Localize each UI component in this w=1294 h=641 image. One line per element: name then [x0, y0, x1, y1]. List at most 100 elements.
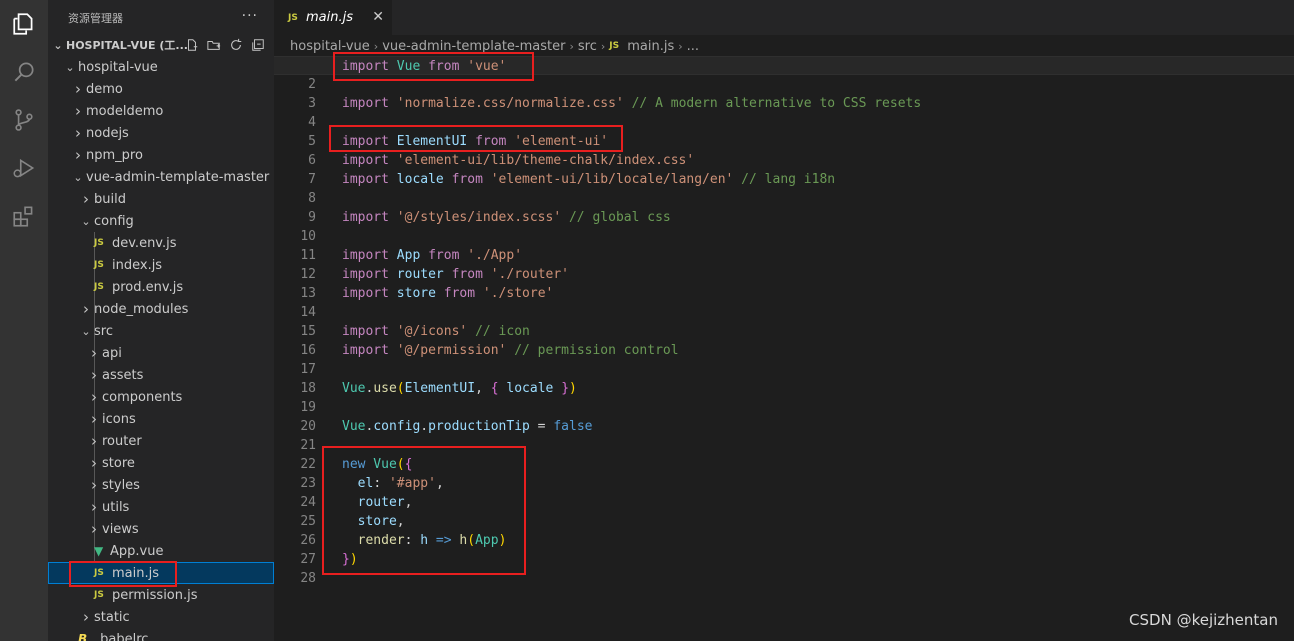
highlight-box-new-vue	[322, 446, 526, 575]
close-icon[interactable]: ✕	[372, 9, 384, 25]
tree-item[interactable]: JS permission.js	[48, 584, 274, 606]
tree-item-label: api	[102, 345, 122, 361]
tree-item[interactable]: ⌄ config	[48, 210, 274, 232]
tree-item[interactable]: JS index.js	[48, 254, 274, 276]
tree-item-label: assets	[102, 367, 144, 383]
source-control-icon[interactable]	[0, 96, 48, 144]
chevron-right-icon: ›	[678, 39, 683, 53]
tree-item-label: node_modules	[94, 301, 189, 317]
tree-item[interactable]: › node_modules	[48, 298, 274, 320]
explorer-header: 资源管理器 ···	[48, 0, 274, 35]
refresh-icon[interactable]	[228, 38, 244, 52]
tree-item[interactable]: ▼ App.vue	[48, 540, 274, 562]
code-line[interactable]: import App from './App'	[274, 246, 1294, 265]
line-number: 2	[308, 77, 316, 92]
collapse-all-icon[interactable]	[250, 38, 266, 52]
workspace-root[interactable]: ⌄ HOSPITAL-VUE (工...	[48, 34, 274, 56]
breadcrumb-item[interactable]: src	[578, 39, 597, 54]
tree-item[interactable]: ⌄ vue-admin-template-master	[48, 166, 274, 188]
line-number: 14	[300, 305, 316, 320]
explorer-sidebar: 资源管理器 ··· ⌄ HOSPITAL-VUE (工... ⌄ hospital…	[48, 0, 274, 641]
highlight-box-import-elementui	[329, 125, 623, 152]
run-debug-icon[interactable]	[0, 144, 48, 192]
tree-item[interactable]: › assets	[48, 364, 274, 386]
line-number: 28	[300, 571, 316, 586]
tree-item-label: npm_pro	[86, 147, 143, 163]
tree-item[interactable]: › styles	[48, 474, 274, 496]
chevron-right-icon: ›	[91, 388, 97, 406]
tree-item-label: permission.js	[112, 587, 198, 603]
tree-item-label: config	[94, 213, 134, 229]
tree-item[interactable]: › npm_pro	[48, 144, 274, 166]
tree-item[interactable]: › demo	[48, 78, 274, 100]
tree-item[interactable]: › build	[48, 188, 274, 210]
tree-item-label: store	[102, 455, 135, 471]
tree-item[interactable]: › static	[48, 606, 274, 628]
tree-item-label: icons	[102, 411, 136, 427]
chevron-right-icon: ›	[373, 39, 379, 53]
editor-tab-bar: JS main.js ✕	[274, 0, 1294, 35]
tree-item-label: views	[102, 521, 139, 537]
tree-item[interactable]: › icons	[48, 408, 274, 430]
extensions-icon[interactable]	[0, 192, 48, 240]
chevron-right-icon: ›	[83, 300, 89, 318]
code-line[interactable]: import '@/permission' // permission cont…	[274, 341, 1294, 360]
js-file-icon: JS	[94, 260, 104, 270]
code-line[interactable]: import 'normalize.css/normalize.css' // …	[274, 94, 1294, 113]
code-line[interactable]: import 'element-ui/lib/theme-chalk/index…	[274, 151, 1294, 170]
chevron-right-icon: ›	[91, 498, 97, 516]
tree-item-label: utils	[102, 499, 130, 515]
breadcrumb-file[interactable]: main.js	[627, 39, 674, 54]
code-line[interactable]: import locale from 'element-ui/lib/local…	[274, 170, 1294, 189]
breadcrumb-tail[interactable]: ...	[687, 39, 699, 54]
tree-item[interactable]: › components	[48, 386, 274, 408]
tree-item[interactable]: › views	[48, 518, 274, 540]
code-line[interactable]: import store from './store'	[274, 284, 1294, 303]
tree-item[interactable]: › modeldemo	[48, 100, 274, 122]
tree-item[interactable]: › router	[48, 430, 274, 452]
code-line[interactable]: import '@/styles/index.scss' // global c…	[274, 208, 1294, 227]
tab-label: main.js	[306, 10, 353, 25]
chevron-right-icon: ›	[569, 39, 574, 53]
explorer-title: 资源管理器	[68, 11, 123, 25]
highlight-box-main-js	[69, 561, 177, 587]
code-line[interactable]: import router from './router'	[274, 265, 1294, 284]
code-line[interactable]: Vue.config.productionTip = false	[274, 417, 1294, 436]
tree-item[interactable]: JS prod.env.js	[48, 276, 274, 298]
chevron-right-icon: ›	[91, 366, 97, 384]
chevron-right-icon: ›	[91, 454, 97, 472]
js-file-icon: JS	[94, 590, 104, 600]
tree-item[interactable]: ⌄ hospital-vue	[48, 56, 274, 78]
tree-item-label: App.vue	[110, 543, 164, 559]
js-file-icon: JS	[288, 12, 298, 23]
vue-file-icon: ▼	[94, 544, 104, 558]
tree-item-label: vue-admin-template-master	[86, 169, 270, 185]
tree-item-label: router	[102, 433, 142, 449]
new-folder-icon[interactable]	[206, 38, 222, 52]
chevron-down-icon: ⌄	[53, 38, 63, 52]
tree-item-label: build	[94, 191, 126, 207]
tree-item[interactable]: › nodejs	[48, 122, 274, 144]
workspace-root-label: HOSPITAL-VUE (工...	[66, 39, 188, 52]
watermark: CSDN @kejizhentan	[1129, 611, 1278, 629]
tab-main-js[interactable]: JS main.js ✕	[274, 0, 392, 35]
highlight-box-import-vue	[333, 52, 534, 81]
search-icon[interactable]	[0, 48, 48, 96]
js-file-icon: JS	[94, 282, 104, 292]
new-file-icon[interactable]	[184, 38, 200, 52]
tree-item-label: components	[102, 389, 183, 405]
explorer-icon[interactable]	[0, 0, 48, 48]
code-line[interactable]: Vue.use(ElementUI, { locale })	[274, 379, 1294, 398]
tree-item[interactable]: › api	[48, 342, 274, 364]
line-number: 10	[300, 229, 316, 244]
tree-item[interactable]: B .babelrc	[48, 628, 274, 641]
more-actions-icon[interactable]: ···	[242, 8, 258, 24]
tree-item[interactable]: ⌄ src	[48, 320, 274, 342]
code-line[interactable]: import '@/icons' // icon	[274, 322, 1294, 341]
chevron-down-icon: ⌄	[81, 214, 91, 228]
chevron-right-icon: ›	[75, 124, 81, 142]
chevron-right-icon: ›	[91, 432, 97, 450]
tree-item[interactable]: › utils	[48, 496, 274, 518]
tree-item[interactable]: JS dev.env.js	[48, 232, 274, 254]
tree-item[interactable]: › store	[48, 452, 274, 474]
